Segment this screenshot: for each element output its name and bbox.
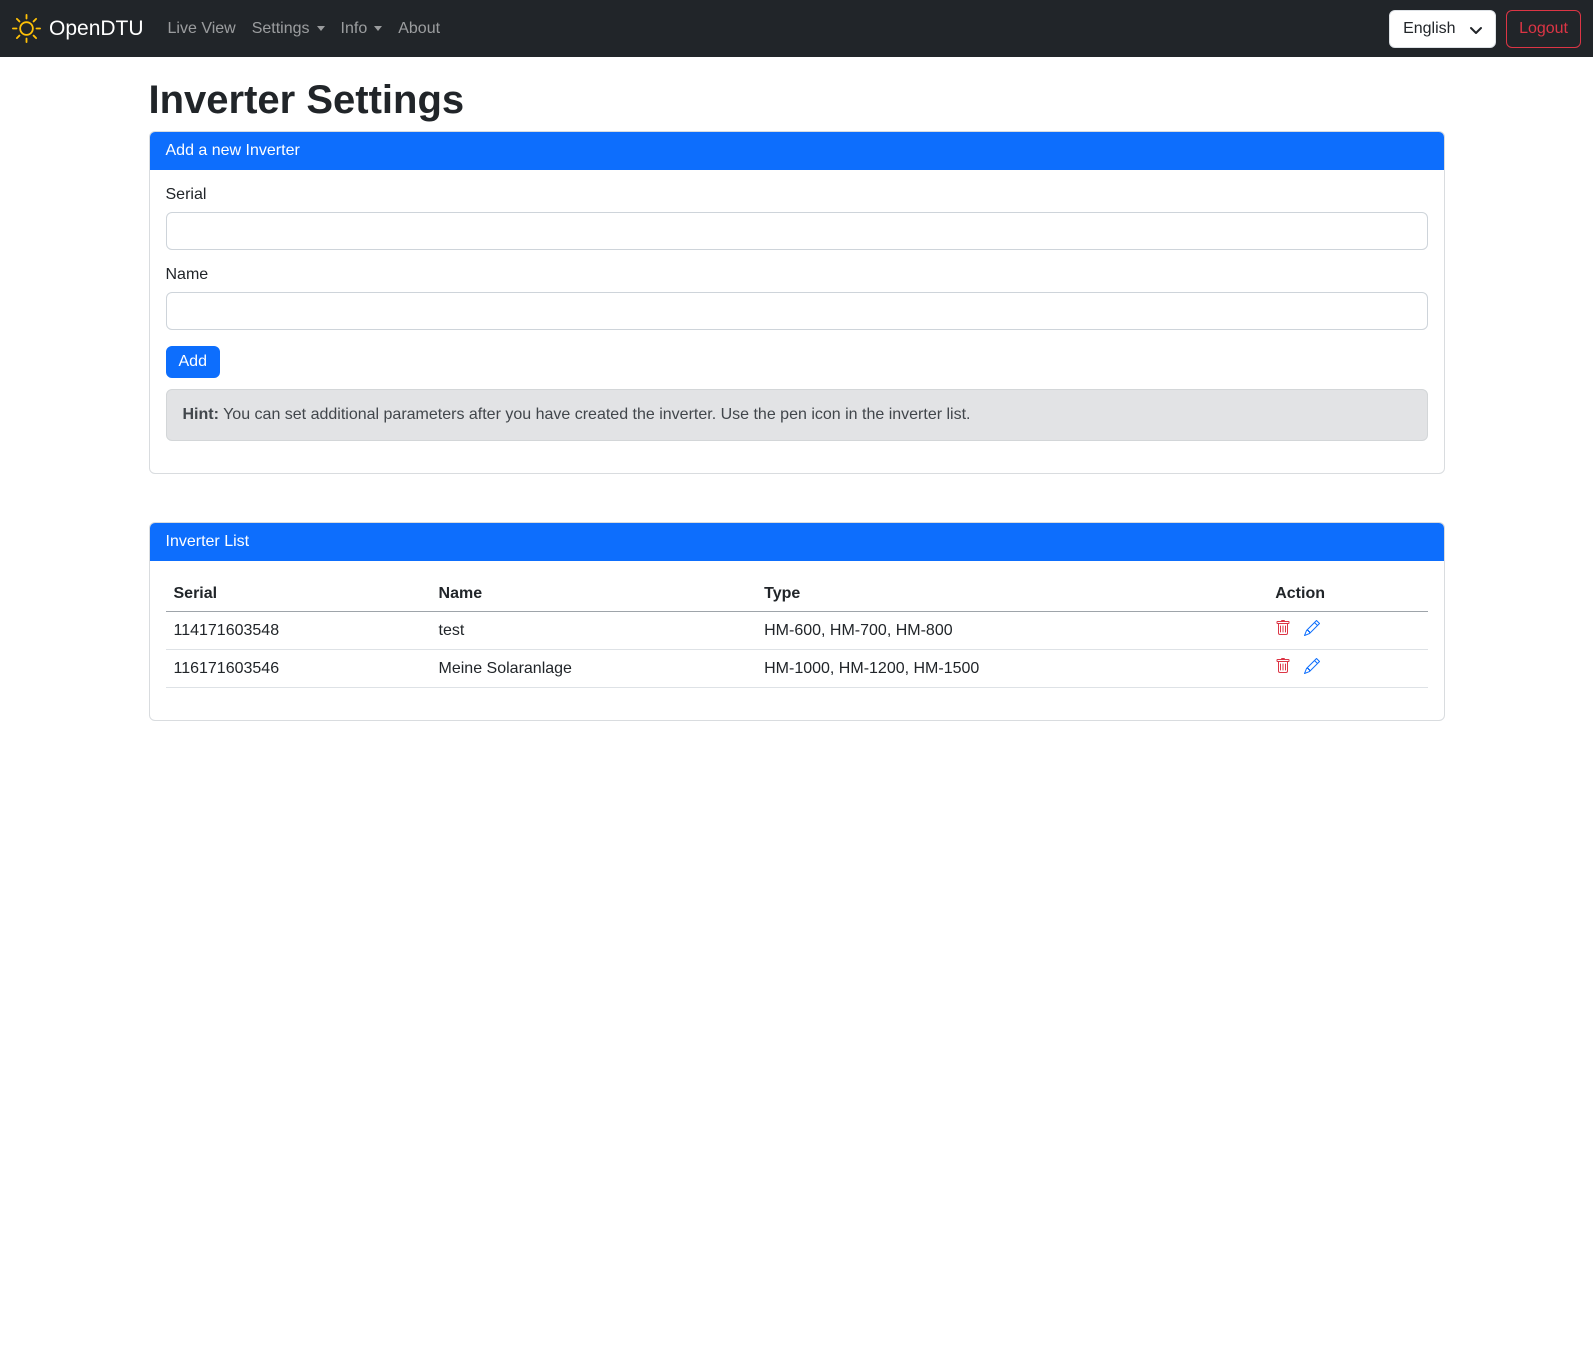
list-card-body: Serial Name Type Action 114171603548 tes…: [150, 561, 1444, 720]
brand-link[interactable]: OpenDTU: [12, 14, 144, 43]
cell-name: test: [431, 612, 757, 650]
cell-type: HM-600, HM-700, HM-800: [756, 612, 1267, 650]
table-row: 116171603546 Meine Solaranlage HM-1000, …: [166, 650, 1428, 688]
language-select[interactable]: English: [1389, 10, 1496, 48]
brand-label: OpenDTU: [49, 17, 144, 41]
caret-down-icon: [374, 26, 382, 31]
navbar-right: English Logout: [1389, 10, 1581, 48]
inverter-list-card: Inverter List Serial Name Type Action 11…: [149, 522, 1445, 721]
page-title: Inverter Settings: [149, 78, 1445, 123]
name-input[interactable]: [166, 292, 1428, 330]
add-card-header: Add a new Inverter: [150, 132, 1444, 170]
column-header-name: Name: [431, 577, 757, 612]
cell-actions: [1267, 612, 1427, 650]
pencil-icon[interactable]: [1304, 620, 1320, 636]
inverter-table: Serial Name Type Action 114171603548 tes…: [166, 577, 1428, 688]
cell-name: Meine Solaranlage: [431, 650, 757, 688]
cell-type: HM-1000, HM-1200, HM-1500: [756, 650, 1267, 688]
pencil-icon[interactable]: [1304, 658, 1320, 674]
column-header-type: Type: [756, 577, 1267, 612]
navbar: OpenDTU Live View Settings Info About En…: [0, 0, 1593, 57]
trash-icon[interactable]: [1275, 658, 1291, 674]
serial-input[interactable]: [166, 212, 1428, 250]
column-header-serial: Serial: [166, 577, 431, 612]
chevron-down-icon: [1468, 22, 1484, 43]
nav-links: Live View Settings Info About: [160, 12, 449, 46]
cell-serial: 116171603546: [166, 650, 431, 688]
serial-label: Serial: [166, 186, 1428, 204]
cell-actions: [1267, 650, 1427, 688]
nav-item-live-view[interactable]: Live View: [160, 12, 244, 46]
nav-item-about[interactable]: About: [390, 12, 448, 46]
caret-down-icon: [317, 26, 325, 31]
name-label: Name: [166, 266, 1428, 284]
sun-icon: [12, 14, 41, 43]
add-inverter-card: Add a new Inverter Serial Name Add Hint:…: [149, 131, 1445, 474]
nav-item-info[interactable]: Info: [333, 12, 391, 46]
hint-label: Hint:: [183, 406, 219, 423]
main-content: Inverter Settings Add a new Inverter Ser…: [137, 78, 1457, 721]
hint-text: You can set additional parameters after …: [219, 406, 971, 423]
add-button[interactable]: Add: [166, 346, 220, 378]
logout-button[interactable]: Logout: [1506, 10, 1581, 48]
table-row: 114171603548 test HM-600, HM-700, HM-800: [166, 612, 1428, 650]
nav-item-settings[interactable]: Settings: [244, 12, 333, 46]
column-header-action: Action: [1267, 577, 1427, 612]
add-card-body: Serial Name Add Hint: You can set additi…: [150, 170, 1444, 473]
hint-alert: Hint: You can set additional parameters …: [166, 389, 1428, 441]
table-header-row: Serial Name Type Action: [166, 577, 1428, 612]
trash-icon[interactable]: [1275, 620, 1291, 636]
cell-serial: 114171603548: [166, 612, 431, 650]
language-selected-value: English: [1403, 20, 1455, 38]
inverter-table-body: 114171603548 test HM-600, HM-700, HM-800…: [166, 612, 1428, 688]
list-card-header: Inverter List: [150, 523, 1444, 561]
